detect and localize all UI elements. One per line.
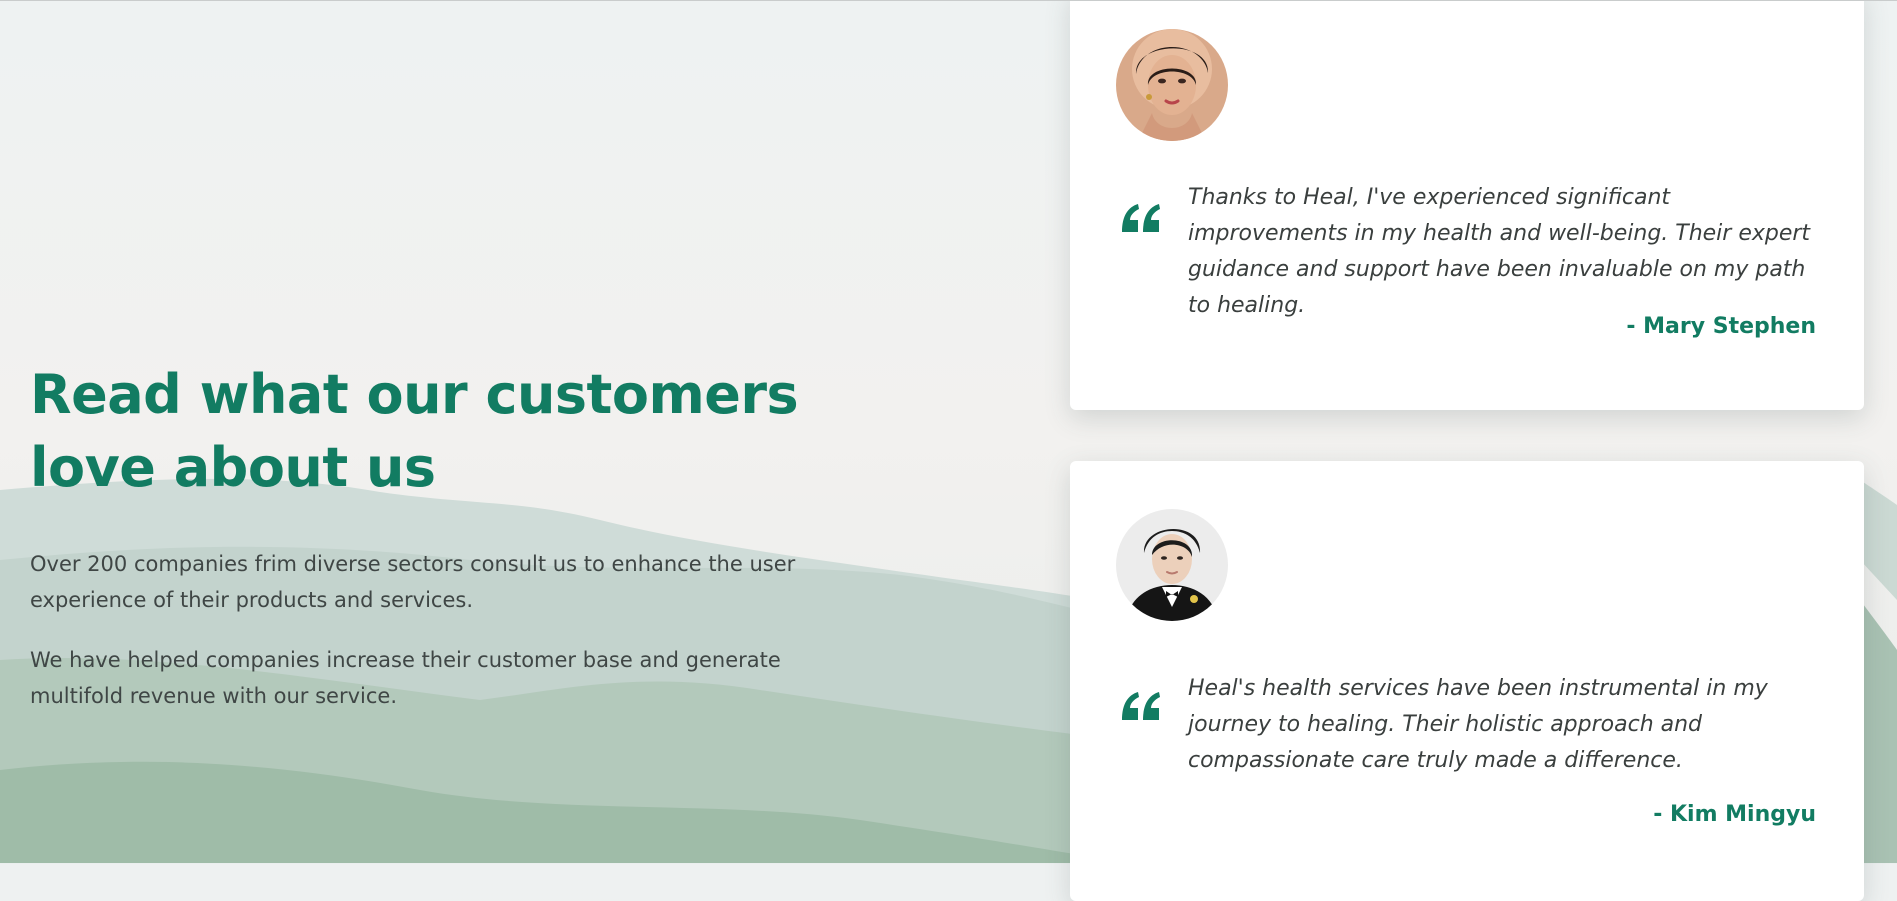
testimonial-card: Heal's health services have been instrum… — [1070, 461, 1864, 901]
top-border — [0, 0, 1897, 1]
intro-paragraph: We have helped companies increase their … — [30, 648, 781, 708]
testimonials-intro: Read what our customers love about us Ov… — [30, 358, 820, 714]
quote-mark-icon — [1122, 692, 1160, 720]
intro-paragraph: Over 200 companies frim diverse sectors … — [30, 552, 796, 612]
testimonial-quote: Thanks to Heal, I've experienced signifi… — [1188, 185, 1811, 318]
section-heading: Read what our customers love about us — [30, 363, 799, 499]
woman-portrait-avatar — [1116, 29, 1228, 141]
quote-mark-icon — [1122, 204, 1160, 232]
testimonial-quote: Heal's health services have been instrum… — [1188, 676, 1768, 773]
man-portrait-avatar — [1116, 509, 1228, 621]
testimonial-card: Thanks to Heal, I've experienced signifi… — [1070, 0, 1864, 410]
testimonial-author: - Kim Mingyu — [1653, 802, 1816, 827]
testimonial-author: - Mary Stephen — [1626, 314, 1816, 339]
